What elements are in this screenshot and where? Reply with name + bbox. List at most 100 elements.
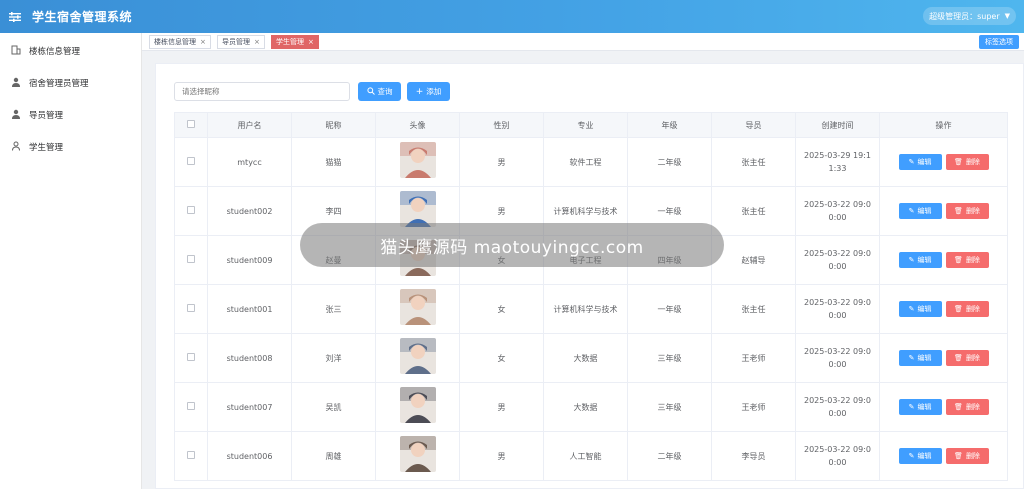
- actions-cell: ✎ 编辑 🗑 删除: [879, 382, 1008, 432]
- delete-button[interactable]: 🗑 删除: [945, 301, 989, 317]
- actions-cell: ✎ 编辑 🗑 删除: [879, 284, 1008, 334]
- gender-cell: 男: [459, 137, 544, 187]
- select-all-cell[interactable]: [174, 112, 208, 138]
- created-time-cell: 2025-03-29 19:11:33: [795, 137, 880, 187]
- table-row: student001 张三 女计算机科学与技术 一年级 张主任 2025-03-22 09…: [174, 284, 1008, 334]
- avatar-cell: [375, 333, 460, 383]
- sidebar-item-label: 学生管理: [29, 143, 64, 153]
- grade-cell: 三年级: [627, 333, 712, 383]
- table-row: student007 吴凯 男大数据 三年级 王老师 2025-03-22 09:00:0…: [174, 382, 1008, 432]
- grade-cell: 一年级: [627, 284, 712, 334]
- row-checkbox[interactable]: [187, 205, 195, 214]
- table-header-row: 用户名 昵称 头像 性别 专业 年级 导员 创建时间 操作: [174, 112, 1008, 138]
- trash-icon: 🗑: [954, 206, 963, 215]
- delete-button[interactable]: 🗑 删除: [945, 350, 989, 366]
- menu-toggle-icon[interactable]: [0, 0, 30, 33]
- sidebar-item-students[interactable]: 学生管理: [0, 131, 141, 163]
- close-icon[interactable]: ×: [308, 38, 314, 46]
- row-checkbox[interactable]: [187, 156, 195, 165]
- row-checkbox[interactable]: [187, 303, 195, 312]
- user-icon: [9, 77, 23, 90]
- created-time-cell: 2025-03-22 09:00:00: [795, 235, 880, 285]
- edit-icon: ✎: [908, 402, 915, 411]
- grade-cell: 二年级: [627, 137, 712, 187]
- column-header: 专业: [543, 112, 628, 138]
- edit-button[interactable]: ✎ 编辑: [898, 448, 942, 464]
- sidebar-item-label: 楼栋信息管理: [29, 47, 81, 57]
- row-select-cell[interactable]: [174, 431, 208, 481]
- students-table: 用户名 昵称 头像 性别 专业 年级 导员 创建时间 操作 mtycc 猫猫男软件…: [174, 112, 1008, 481]
- select-all-checkbox[interactable]: [187, 120, 195, 128]
- sidebar-item-buildings[interactable]: 楼栋信息管理: [0, 35, 141, 67]
- nickname-search-input[interactable]: [174, 82, 350, 101]
- tab-label: 导员管理: [222, 38, 250, 46]
- edit-button[interactable]: ✎ 编辑: [898, 301, 942, 317]
- delete-label: 删除: [965, 206, 980, 215]
- counselor-cell: 王老师: [711, 382, 796, 432]
- major-cell: 大数据: [543, 333, 628, 383]
- username-cell: student008: [207, 333, 292, 383]
- avatar: [399, 142, 436, 178]
- row-select-cell[interactable]: [174, 284, 208, 334]
- trash-icon: 🗑: [954, 402, 963, 411]
- row-checkbox[interactable]: [187, 450, 195, 459]
- row-checkbox[interactable]: [187, 401, 195, 410]
- nickname-cell: 刘洋: [291, 333, 376, 383]
- add-button-label: 添加: [426, 87, 442, 96]
- tab-students[interactable]: 学生管理 ×: [271, 35, 319, 49]
- close-icon[interactable]: ×: [254, 38, 260, 46]
- trash-icon: 🗑: [954, 304, 963, 313]
- query-button[interactable]: 查询: [358, 82, 401, 101]
- edit-label: 编辑: [917, 255, 932, 264]
- actions-cell: ✎ 编辑 🗑 删除: [879, 431, 1008, 481]
- edit-button[interactable]: ✎ 编辑: [898, 399, 942, 415]
- edit-button[interactable]: ✎ 编辑: [898, 154, 942, 170]
- close-icon[interactable]: ×: [200, 38, 206, 46]
- edit-icon: ✎: [908, 206, 915, 215]
- nickname-cell: 周雄: [291, 431, 376, 481]
- column-header: 性别: [459, 112, 544, 138]
- row-select-cell[interactable]: [174, 235, 208, 285]
- edit-button[interactable]: ✎ 编辑: [898, 203, 942, 219]
- delete-label: 删除: [965, 157, 980, 166]
- edit-icon: ✎: [908, 353, 915, 362]
- watermark-banner: 猫头鹰源码 maotouyingcc.com: [300, 223, 724, 267]
- column-header: 头像: [375, 112, 460, 138]
- sidebar-item-dorm-admins[interactable]: 宿舍管理员管理: [0, 67, 141, 99]
- avatar: [399, 387, 436, 423]
- top-header: 学生宿舍管理系统 超级管理员：super ▼: [0, 0, 1024, 33]
- row-select-cell[interactable]: [174, 333, 208, 383]
- avatar-cell: [375, 431, 460, 481]
- row-select-cell[interactable]: [174, 382, 208, 432]
- row-checkbox[interactable]: [187, 254, 195, 263]
- row-select-cell[interactable]: [174, 186, 208, 236]
- delete-button[interactable]: 🗑 删除: [945, 203, 989, 219]
- content-card: 查询 + 添加 用户名 昵称 头像 性别 专业 年级 导员 创建时间: [155, 63, 1024, 489]
- counselor-cell: 张主任: [711, 284, 796, 334]
- tab-counselors[interactable]: 导员管理 ×: [217, 35, 265, 49]
- grade-cell: 三年级: [627, 382, 712, 432]
- created-time-cell: 2025-03-22 09:00:00: [795, 333, 880, 383]
- delete-button[interactable]: 🗑 删除: [945, 448, 989, 464]
- add-button[interactable]: + 添加: [407, 82, 450, 101]
- tab-buildings[interactable]: 楼栋信息管理 ×: [149, 35, 211, 49]
- row-checkbox[interactable]: [187, 352, 195, 361]
- edit-icon: ✎: [908, 255, 915, 264]
- tab-options-button[interactable]: 标签选项: [979, 35, 1019, 49]
- app-title: 学生宿舍管理系统: [32, 10, 133, 24]
- row-select-cell[interactable]: [174, 137, 208, 187]
- delete-button[interactable]: 🗑 删除: [945, 399, 989, 415]
- username-cell: student006: [207, 431, 292, 481]
- edit-button[interactable]: ✎ 编辑: [898, 350, 942, 366]
- gender-cell: 男: [459, 431, 544, 481]
- created-time-cell: 2025-03-22 09:00:00: [795, 186, 880, 236]
- created-time-cell: 2025-03-22 09:00:00: [795, 284, 880, 334]
- delete-label: 删除: [965, 255, 980, 264]
- delete-button[interactable]: 🗑 删除: [945, 252, 989, 268]
- delete-button[interactable]: 🗑 删除: [945, 154, 989, 170]
- avatar: [399, 289, 436, 325]
- sidebar-item-label: 导员管理: [29, 111, 64, 121]
- sidebar-item-counselors[interactable]: 导员管理: [0, 99, 141, 131]
- user-menu[interactable]: 超级管理员：super ▼: [923, 7, 1016, 25]
- edit-button[interactable]: ✎ 编辑: [898, 252, 942, 268]
